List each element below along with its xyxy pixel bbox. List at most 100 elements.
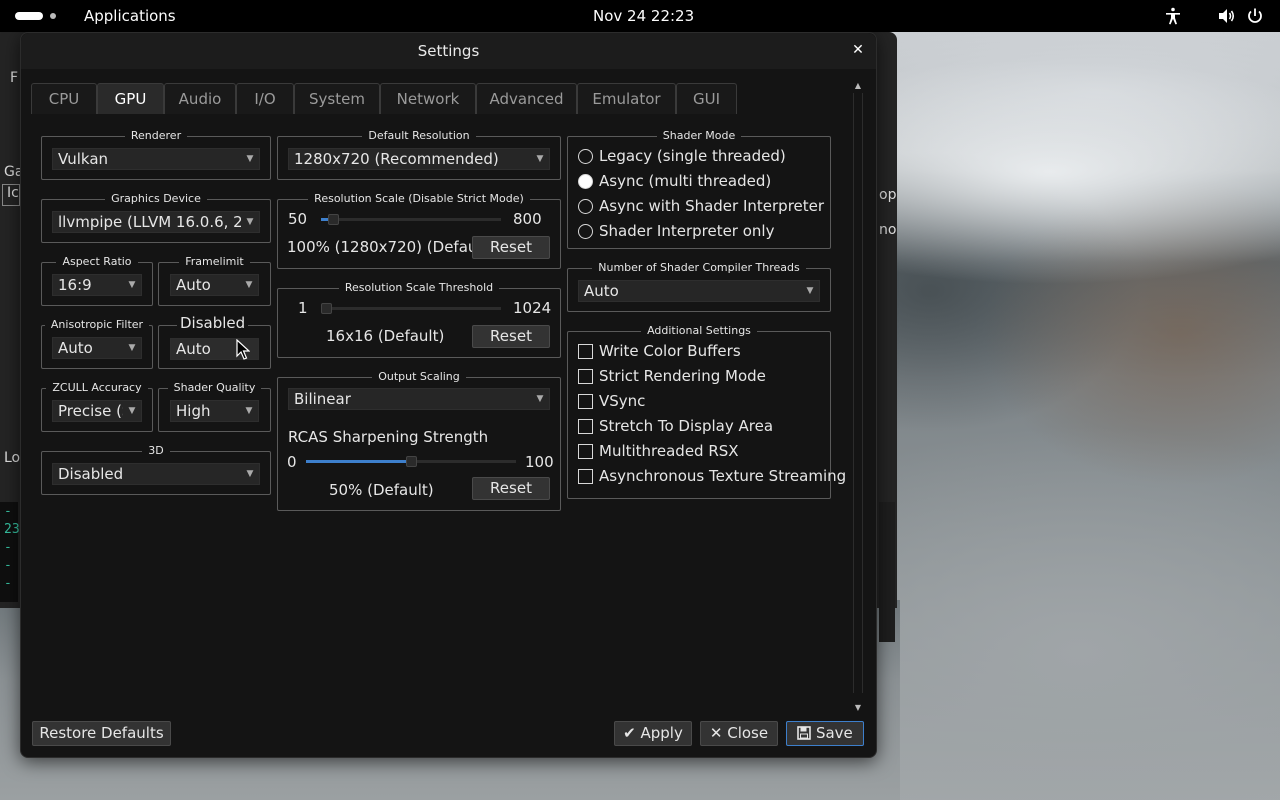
volume-icon[interactable] — [1217, 6, 1237, 26]
additional-setting-label[interactable]: Stretch To Display Area — [599, 417, 773, 435]
tab-system[interactable]: System — [294, 83, 380, 114]
default-resolution-select[interactable]: 1280x720 (Recommended) ▼ — [288, 148, 550, 170]
shader-threads-select[interactable]: Auto ▼ — [578, 280, 820, 302]
bg-scrollbar[interactable] — [879, 502, 895, 642]
graphics-device-select[interactable]: llvmpipe (LLVM 16.0.6, 256 b ▼ — [52, 211, 260, 233]
save-label: Save — [815, 724, 853, 742]
anisotropic-filter-select[interactable]: Auto ▼ — [52, 337, 142, 359]
shader-mode-option-label[interactable]: Async with Shader Interpreter — [599, 197, 824, 215]
three-d-group: 3D Disabled ▼ — [41, 444, 271, 495]
rcas-status: 50% (Default) — [329, 481, 434, 499]
shader-quality-group: Shader Quality High ▼ — [158, 381, 271, 432]
resolution-scale-reset-button[interactable]: Reset — [472, 236, 550, 259]
bg-log-line: 23 — [4, 522, 20, 537]
slider-handle[interactable] — [321, 303, 332, 314]
rcas-slider[interactable] — [306, 456, 516, 467]
group-title: Shader Mode — [656, 129, 742, 142]
group-title: Additional Settings — [641, 324, 757, 337]
zcull-accuracy-select[interactable]: Precise (Sl ▼ — [52, 400, 142, 422]
scroll-trough[interactable] — [853, 93, 863, 693]
tab-io[interactable]: I/O — [236, 83, 294, 114]
scroll-up-icon[interactable]: ▲ — [852, 81, 864, 91]
slider-handle[interactable] — [328, 214, 339, 225]
additional-setting-checkbox[interactable] — [578, 344, 593, 359]
shader-mode-radio[interactable] — [578, 149, 593, 164]
apply-button[interactable]: ✔ Apply — [614, 721, 692, 746]
accessibility-icon[interactable] — [1163, 6, 1183, 26]
additional-settings-group: Additional Settings Write Color Buffers S… — [567, 324, 846, 499]
close-icon[interactable]: ✕ — [849, 41, 867, 59]
shader-mode-radio[interactable] — [578, 224, 593, 239]
tab-emulator[interactable]: Emulator — [577, 83, 676, 114]
shader-quality-select[interactable]: High ▼ — [170, 400, 259, 422]
chevron-down-icon: ▼ — [123, 338, 141, 358]
additional-setting-checkbox[interactable] — [578, 369, 593, 384]
dialog-scrollbar[interactable]: ▲ ▼ — [852, 81, 864, 717]
additional-setting-label[interactable]: Asynchronous Texture Streaming — [599, 467, 846, 485]
tab-cpu[interactable]: CPU — [31, 83, 97, 114]
framelimit-select[interactable]: Auto ▼ — [170, 274, 259, 296]
group-title: Output Scaling — [372, 370, 466, 383]
close-button[interactable]: ✕ Close — [700, 721, 778, 746]
slider-fill — [306, 460, 411, 463]
output-scaling-value: Bilinear — [294, 390, 351, 408]
three-d-value: Disabled — [58, 465, 124, 483]
output-scaling-group: Output Scaling Bilinear ▼ RCAS Sharpenin… — [277, 370, 561, 511]
slider-handle[interactable] — [406, 456, 417, 467]
additional-setting-label[interactable]: Write Color Buffers — [599, 342, 741, 360]
close-icon: ✕ — [709, 724, 723, 742]
clock[interactable]: Nov 24 22:23 — [593, 7, 694, 25]
bg-fragment: ор — [879, 187, 897, 203]
additional-setting-checkbox[interactable] — [578, 394, 593, 409]
rcas-reset-button[interactable]: Reset — [472, 477, 550, 500]
additional-setting-checkbox[interactable] — [578, 419, 593, 434]
top-bar: Applications Nov 24 22:23 — [0, 0, 1280, 32]
tab-gui[interactable]: GUI — [676, 83, 737, 114]
dialog-titlebar[interactable]: Settings ✕ — [21, 33, 876, 69]
group-title: Anisotropic Filter — [44, 318, 150, 331]
shader-threads-value: Auto — [584, 282, 619, 300]
chevron-down-icon: ▼ — [241, 212, 259, 232]
activities-indicator[interactable] — [15, 12, 43, 20]
three-d-select[interactable]: Disabled ▼ — [52, 463, 260, 485]
tab-network[interactable]: Network — [380, 83, 476, 114]
additional-setting-label[interactable]: Strict Rendering Mode — [599, 367, 766, 385]
additional-setting-label[interactable]: VSync — [599, 392, 645, 410]
threshold-slider[interactable] — [321, 303, 501, 314]
output-scaling-select[interactable]: Bilinear ▼ — [288, 388, 550, 410]
resolution-threshold-group: Resolution Scale Threshold 1 1024 16x16 … — [277, 281, 561, 358]
tab-audio[interactable]: Audio — [164, 83, 236, 114]
tab-gpu[interactable]: GPU — [97, 83, 164, 114]
popup-current-option[interactable]: Disabled — [177, 314, 249, 332]
additional-setting-label[interactable]: Multithreaded RSX — [599, 442, 739, 460]
restore-defaults-button[interactable]: Restore Defaults — [32, 721, 171, 746]
close-label: Close — [727, 724, 769, 742]
save-button[interactable]: Save — [786, 721, 864, 746]
shader-mode-option-label[interactable]: Shader Interpreter only — [599, 222, 774, 240]
applications-menu[interactable]: Applications — [84, 7, 176, 25]
default-resolution-group: Default Resolution 1280x720 (Recommended… — [277, 129, 561, 180]
renderer-select[interactable]: Vulkan ▼ — [52, 148, 260, 170]
shader-mode-radio[interactable] — [578, 199, 593, 214]
group-title: Number of Shader Compiler Threads — [592, 261, 806, 274]
resolution-scale-slider[interactable] — [321, 214, 501, 225]
shader-mode-option-label[interactable]: Async (multi threaded) — [599, 172, 771, 190]
power-icon[interactable] — [1245, 6, 1265, 26]
chevron-down-icon: ▼ — [123, 401, 141, 421]
group-title: Resolution Scale Threshold — [338, 281, 500, 294]
threshold-max: 1024 — [513, 299, 552, 317]
scroll-down-icon[interactable]: ▼ — [852, 703, 864, 713]
aspect-ratio-select[interactable]: 16:9 ▼ — [52, 274, 142, 296]
anisotropic-popup[interactable]: Disabled Auto — [158, 314, 271, 369]
additional-setting-checkbox[interactable] — [578, 469, 593, 484]
tab-advanced[interactable]: Advanced — [476, 83, 577, 114]
group-title: Aspect Ratio — [56, 255, 138, 268]
shader-mode-radio[interactable] — [578, 174, 593, 189]
threshold-reset-button[interactable]: Reset — [472, 325, 550, 348]
additional-setting-checkbox[interactable] — [578, 444, 593, 459]
aspect-ratio-value: 16:9 — [58, 276, 92, 294]
bg-fragment: Ic — [2, 184, 20, 206]
shader-mode-option-label[interactable]: Legacy (single threaded) — [599, 147, 786, 165]
rcas-label: RCAS Sharpening Strength — [288, 428, 489, 446]
default-resolution-value: 1280x720 (Recommended) — [294, 150, 499, 168]
